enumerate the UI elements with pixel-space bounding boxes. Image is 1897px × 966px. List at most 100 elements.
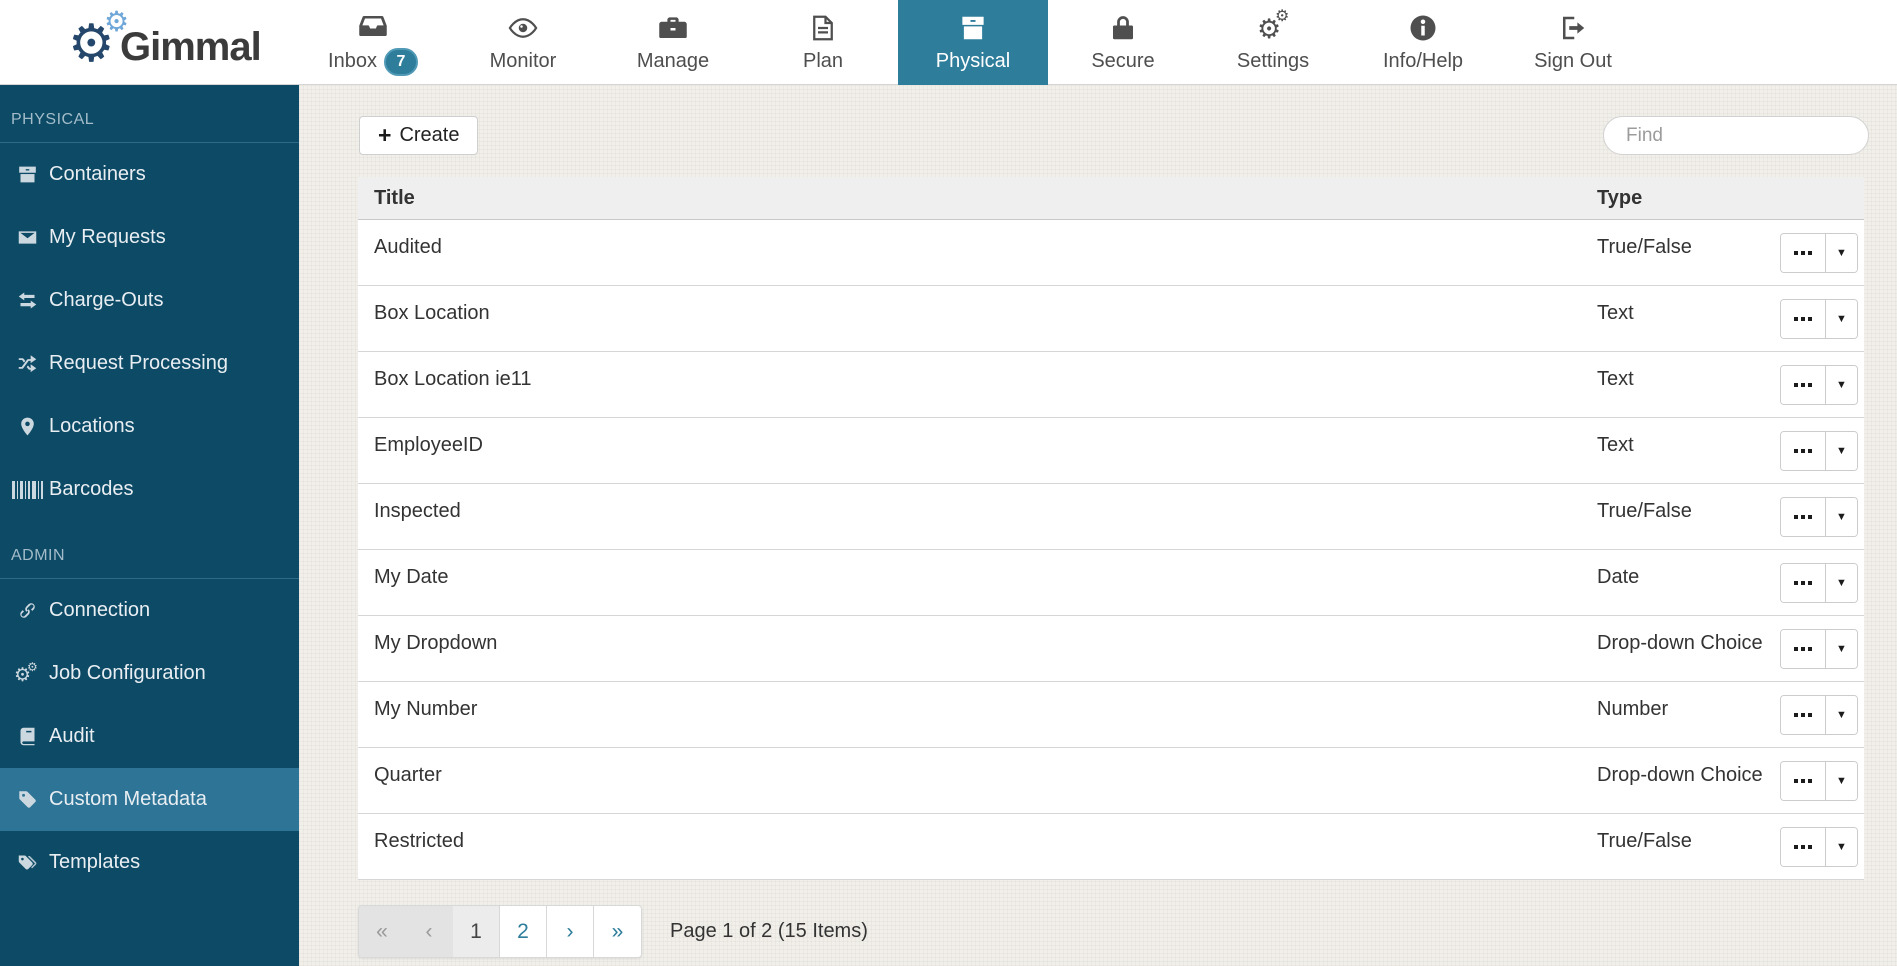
page-2-button[interactable]: 2 (500, 906, 547, 957)
nav-item-secure[interactable]: Secure (1048, 0, 1198, 85)
gimmal-logo[interactable]: ⚙⚙ Gimmal (68, 10, 261, 72)
pagination: «‹12›» Page 1 of 2 (15 Items) (358, 905, 868, 958)
container-box-icon (17, 164, 38, 185)
dropdown-caret-button[interactable]: ▼ (1826, 234, 1857, 272)
row-actions: ▼ (1780, 629, 1858, 669)
row-title: Inspected (358, 484, 1597, 549)
brand-name: Gimmal (120, 25, 261, 70)
dropdown-caret-button[interactable]: ▼ (1826, 630, 1857, 668)
table-row-inspected: Inspected True/False ▼ (358, 484, 1864, 550)
main-content: + Create Title Type Audited True/False ▼… (299, 85, 1897, 966)
row-title: My Dropdown (358, 616, 1597, 681)
gears-icon: ⚙⚙ (1257, 12, 1289, 44)
dropdown-caret-button[interactable]: ▼ (1826, 696, 1857, 734)
row-actions: ▼ (1780, 497, 1858, 537)
lock-icon (1108, 13, 1138, 43)
sidebar: PHYSICAL Containers My Requests Charge-O… (0, 85, 299, 966)
dropdown-caret-button[interactable]: ▼ (1826, 300, 1857, 338)
more-options-button[interactable] (1781, 564, 1826, 602)
dropdown-caret-button[interactable]: ▼ (1826, 366, 1857, 404)
dropdown-caret-button[interactable]: ▼ (1826, 564, 1857, 602)
swap-arrows-icon (17, 290, 38, 311)
shuffle-icon (17, 353, 38, 374)
nav-item-plan[interactable]: Plan (748, 0, 898, 85)
table-row-my-dropdown: My Dropdown Drop-down Choice ▼ (358, 616, 1864, 682)
page-1-button[interactable]: 1 (453, 906, 500, 957)
nav-item-inbox[interactable]: Inbox 7 (298, 0, 448, 85)
nav-item-settings[interactable]: ⚙⚙ Settings (1198, 0, 1348, 85)
sidebar-item-locations[interactable]: Locations (0, 395, 299, 458)
find-input[interactable] (1603, 116, 1869, 155)
more-options-button[interactable] (1781, 696, 1826, 734)
more-options-button[interactable] (1781, 432, 1826, 470)
row-actions: ▼ (1780, 299, 1858, 339)
table-row-my-number: My Number Number ▼ (358, 682, 1864, 748)
dropdown-caret-button[interactable]: ▼ (1826, 432, 1857, 470)
more-options-button[interactable] (1781, 366, 1826, 404)
create-button[interactable]: + Create (359, 116, 478, 155)
more-options-button[interactable] (1781, 762, 1826, 800)
nav-item-monitor[interactable]: Monitor (448, 0, 598, 85)
metadata-table: Title Type Audited True/False ▼ Box Loca… (358, 177, 1864, 880)
table-row-box-location: Box Location Text ▼ (358, 286, 1864, 352)
row-actions: ▼ (1780, 431, 1858, 471)
row-actions: ▼ (1780, 695, 1858, 735)
document-icon (808, 13, 838, 43)
row-actions: ▼ (1780, 233, 1858, 273)
monitor-eye-icon (508, 13, 538, 43)
table-body: Audited True/False ▼ Box Location Text ▼… (358, 220, 1864, 880)
table-row-employeeid: EmployeeID Text ▼ (358, 418, 1864, 484)
table-row-quarter: Quarter Drop-down Choice ▼ (358, 748, 1864, 814)
row-actions: ▼ (1780, 563, 1858, 603)
row-actions: ▼ (1780, 761, 1858, 801)
last-page-button[interactable]: » (594, 906, 641, 957)
sidebar-item-barcodes[interactable]: Barcodes (0, 458, 299, 521)
nav-item-physical[interactable]: Physical (898, 0, 1048, 85)
sidebar-item-templates[interactable]: Templates (0, 831, 299, 894)
sidebar-item-custom-metadata[interactable]: Custom Metadata (0, 768, 299, 831)
top-navbar: ⚙⚙ Gimmal Inbox 7 Monitor Manage Plan Ph… (0, 0, 1897, 85)
more-options-button[interactable] (1781, 498, 1826, 536)
row-actions: ▼ (1780, 827, 1858, 867)
navbar-items: Inbox 7 Monitor Manage Plan Physical Sec… (298, 0, 1648, 85)
sidebar-item-request-processing[interactable]: Request Processing (0, 332, 299, 395)
row-title: Audited (358, 220, 1597, 285)
sidebar-item-connection[interactable]: Connection (0, 579, 299, 642)
gimmal-gears-icon: ⚙⚙ (68, 10, 126, 72)
inbox-icon (358, 11, 388, 41)
nav-item-sign-out[interactable]: Sign Out (1498, 0, 1648, 85)
row-actions: ▼ (1780, 365, 1858, 405)
pager-status: Page 1 of 2 (15 Items) (670, 920, 868, 943)
sidebar-item-job-configuration[interactable]: ⚙⚙ Job Configuration (0, 642, 299, 705)
row-title: Box Location ie11 (358, 352, 1597, 417)
info-icon (1408, 13, 1438, 43)
archive-box-icon (958, 13, 988, 43)
barcode-icon (12, 481, 43, 499)
row-title: EmployeeID (358, 418, 1597, 483)
more-options-button[interactable] (1781, 234, 1826, 272)
dropdown-caret-button[interactable]: ▼ (1826, 762, 1857, 800)
row-title: Quarter (358, 748, 1597, 813)
sidebar-item-containers[interactable]: Containers (0, 143, 299, 206)
more-options-button[interactable] (1781, 630, 1826, 668)
row-title: Box Location (358, 286, 1597, 351)
more-options-button[interactable] (1781, 828, 1826, 866)
sidebar-item-my-requests[interactable]: My Requests (0, 206, 299, 269)
table-row-box-location-ie11: Box Location ie11 Text ▼ (358, 352, 1864, 418)
sidebar-item-charge-outs[interactable]: Charge-Outs (0, 269, 299, 332)
tag-icon (17, 789, 38, 810)
dropdown-caret-button[interactable]: ▼ (1826, 498, 1857, 536)
pager-buttons: «‹12›» (358, 905, 642, 958)
sidebar-item-audit[interactable]: Audit (0, 705, 299, 768)
briefcase-icon (658, 13, 688, 43)
next-page-button[interactable]: › (547, 906, 594, 957)
more-options-button[interactable] (1781, 300, 1826, 338)
first-page-button: « (359, 906, 406, 957)
sidebar-section-physical: PHYSICAL (0, 85, 299, 142)
table-row-restricted: Restricted True/False ▼ (358, 814, 1864, 880)
nav-item-info-help[interactable]: Info/Help (1348, 0, 1498, 85)
nav-item-manage[interactable]: Manage (598, 0, 748, 85)
row-title: My Date (358, 550, 1597, 615)
dropdown-caret-button[interactable]: ▼ (1826, 828, 1857, 866)
plus-icon: + (378, 124, 391, 147)
